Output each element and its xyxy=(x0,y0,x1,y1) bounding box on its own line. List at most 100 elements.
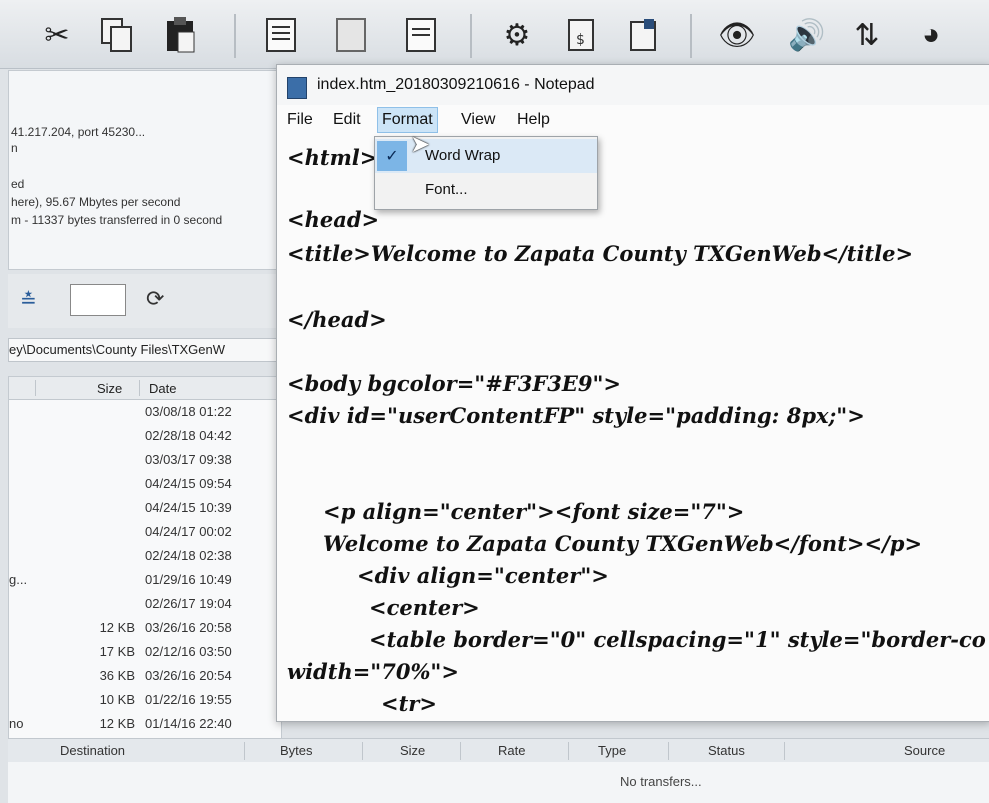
log-line: ed xyxy=(11,177,25,191)
notepad-icon xyxy=(287,77,307,99)
ftp-toolbar: ✂ ⚙ $ 👁 🔊 ⇅ ◕ xyxy=(0,0,989,69)
log-line: 41.217.204, port 45230... xyxy=(11,125,146,139)
notepad-title-bar[interactable]: index.htm_20180309210616 - Notepad xyxy=(277,65,989,105)
code-line: <p align="center"><font size="7"> xyxy=(323,499,745,524)
grid-document-icon[interactable] xyxy=(330,14,372,56)
message-log: 41.217.204, port 45230... n ed here), 95… xyxy=(8,70,282,270)
file-name: g... xyxy=(9,572,28,587)
file-row[interactable]: no 12 KB 01/14/16 22:40 xyxy=(9,713,281,735)
file-date: 02/24/18 02:38 xyxy=(145,548,232,563)
file-size: 10 KB xyxy=(99,692,135,707)
file-date: 01/22/16 19:55 xyxy=(145,692,232,707)
copy-icon[interactable] xyxy=(96,14,138,56)
file-row[interactable]: 02/24/18 02:38 xyxy=(9,545,281,567)
menu-view[interactable]: View xyxy=(457,111,499,129)
notepad-text-area[interactable]: <html> <head> <title>Welcome to Zapata C… xyxy=(277,135,989,721)
file-row[interactable]: 36 KB 03/26/16 20:54 xyxy=(9,665,281,687)
file-date: 03/26/16 20:58 xyxy=(145,620,232,635)
column-divider xyxy=(784,742,785,760)
file-date: 01/14/16 22:40 xyxy=(145,716,232,731)
font-label: Font... xyxy=(425,181,468,198)
transfer-queue-header: Destination Bytes Size Rate Type Status … xyxy=(8,738,989,763)
file-row[interactable]: g... 01/29/16 10:49 xyxy=(9,569,281,591)
code-line: Welcome to Zapata County TXGenWeb</font>… xyxy=(323,531,923,556)
file-row[interactable]: 04/24/17 00:02 xyxy=(9,521,281,543)
paste-icon[interactable] xyxy=(160,14,202,56)
column-rate[interactable]: Rate xyxy=(498,743,525,758)
file-row[interactable]: 02/26/17 19:04 xyxy=(9,593,281,615)
document-selected-icon[interactable] xyxy=(400,14,442,56)
file-row[interactable]: 02/28/18 04:42 xyxy=(9,425,281,447)
column-type[interactable]: Type xyxy=(598,743,626,758)
log-line: m - 11337 bytes transferred in 0 second xyxy=(11,213,223,227)
column-divider xyxy=(460,742,461,760)
speaker-icon[interactable]: 🔊 xyxy=(786,14,828,56)
document-icon[interactable] xyxy=(260,14,302,56)
sort-icon[interactable]: ⇅ xyxy=(846,14,888,56)
no-transfers-text: No transfers... xyxy=(620,774,702,789)
format-dropdown-menu: ✓ Word Wrap Font... xyxy=(374,136,598,210)
column-destination[interactable]: Destination xyxy=(60,743,125,758)
column-divider xyxy=(35,380,36,396)
column-status[interactable]: Status xyxy=(708,743,745,758)
filter-input[interactable] xyxy=(70,284,126,316)
file-name: no xyxy=(9,716,24,731)
clipboard-icon[interactable] xyxy=(622,14,664,56)
code-line: <html> xyxy=(287,145,378,170)
file-date: 04/24/17 00:02 xyxy=(145,524,232,539)
file-row[interactable]: 04/24/15 10:39 xyxy=(9,497,281,519)
toolbar-separator xyxy=(234,14,236,58)
menu-item-font[interactable]: Font... xyxy=(375,173,597,207)
column-size[interactable]: Size xyxy=(97,381,122,396)
pie-icon[interactable]: ◕ xyxy=(910,14,952,56)
menu-edit[interactable]: Edit xyxy=(329,111,365,129)
log-line: n xyxy=(11,141,18,155)
column-size[interactable]: Size xyxy=(400,743,425,758)
file-date: 02/12/16 03:50 xyxy=(145,644,232,659)
column-bytes[interactable]: Bytes xyxy=(280,743,313,758)
file-size: 17 KB xyxy=(99,644,135,659)
file-size: 36 KB xyxy=(99,668,135,683)
menu-item-word-wrap[interactable]: ✓ Word Wrap xyxy=(375,139,597,173)
desktop-screen: ✂ ⚙ $ 👁 🔊 ⇅ ◕ 41.217.204, port 45230... … xyxy=(0,0,989,803)
column-divider xyxy=(568,742,569,760)
column-divider xyxy=(668,742,669,760)
code-line: <body bgcolor="#F3F3E9"> xyxy=(287,371,622,396)
calculator-icon[interactable]: $ xyxy=(560,14,602,56)
file-row[interactable]: 03/03/17 09:38 xyxy=(9,449,281,471)
file-row[interactable]: 04/24/15 09:54 xyxy=(9,473,281,495)
column-source[interactable]: Source xyxy=(904,743,945,758)
eye-icon[interactable]: 👁 xyxy=(716,14,758,56)
toolbar-separator xyxy=(470,14,472,58)
file-row[interactable]: 03/08/18 01:22 xyxy=(9,401,281,423)
file-date: 03/03/17 09:38 xyxy=(145,452,232,467)
notepad-menu-bar: File Edit Format View Help xyxy=(277,107,989,133)
file-date: 02/28/18 04:42 xyxy=(145,428,232,443)
column-divider xyxy=(362,742,363,760)
column-date[interactable]: Date xyxy=(149,381,176,396)
code-line: <tr> xyxy=(381,691,437,716)
file-date: 01/29/16 10:49 xyxy=(145,572,232,587)
file-row[interactable]: 12 KB 03/26/16 20:58 xyxy=(9,617,281,639)
column-divider xyxy=(139,380,140,396)
menu-help[interactable]: Help xyxy=(513,111,554,129)
file-row[interactable]: 10 KB 01/22/16 19:55 xyxy=(9,689,281,711)
file-size: 12 KB xyxy=(99,620,135,635)
settings-icon[interactable]: ⚙ xyxy=(496,14,538,56)
code-line: <div id="userContentFP" style="padding: … xyxy=(287,403,865,428)
code-line: width="70%"> xyxy=(287,659,459,684)
code-line: <table border="0" cellspacing="1" style=… xyxy=(369,627,986,652)
scissors-icon[interactable]: ✂ xyxy=(36,14,78,56)
file-size: 12 KB xyxy=(99,716,135,731)
local-path-field[interactable]: ey\Documents\County Files\TXGenW xyxy=(8,338,282,362)
transfer-queue-body: No transfers... xyxy=(8,762,989,803)
code-line: </head> xyxy=(287,307,387,332)
filter-icon[interactable]: ≛ xyxy=(20,288,37,313)
file-date: 02/26/17 19:04 xyxy=(145,596,232,611)
refresh-icon[interactable]: ⟳ xyxy=(146,286,164,312)
word-wrap-label: Word Wrap xyxy=(425,147,501,164)
log-line: here), 95.67 Mbytes per second xyxy=(11,195,181,209)
file-date: 04/24/15 09:54 xyxy=(145,476,232,491)
menu-file[interactable]: File xyxy=(283,111,317,129)
file-row[interactable]: 17 KB 02/12/16 03:50 xyxy=(9,641,281,663)
